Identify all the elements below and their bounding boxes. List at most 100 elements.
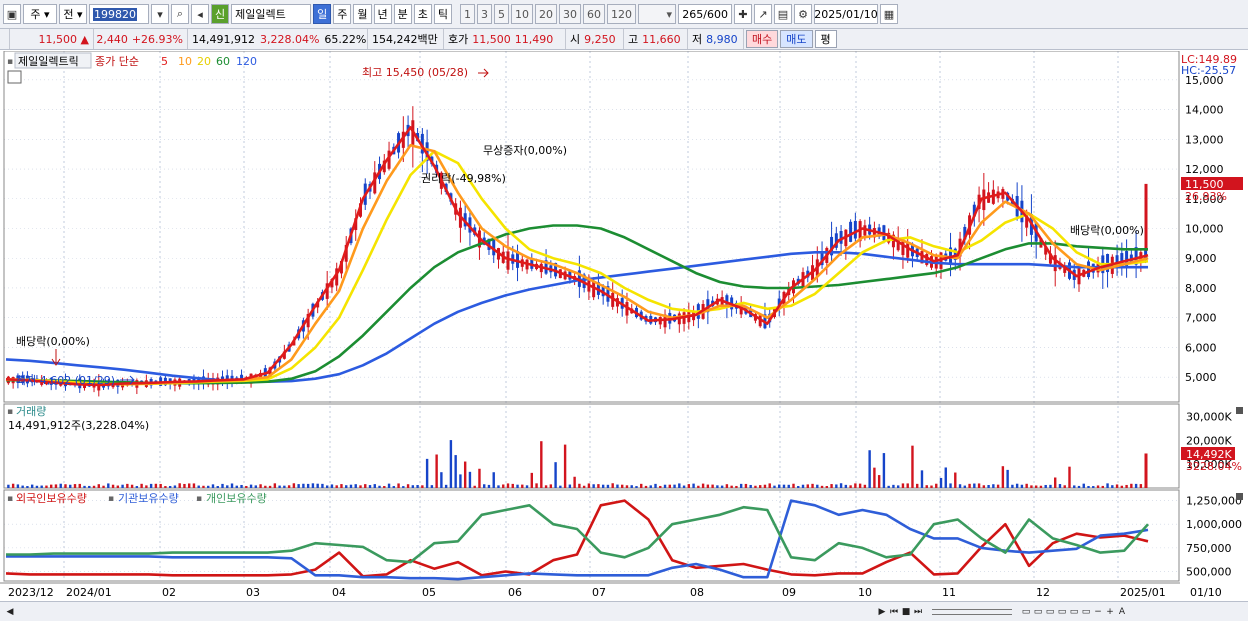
- sin-badge[interactable]: 신: [211, 4, 230, 24]
- rights-annotation: 권리락(-49,98%): [421, 172, 506, 185]
- volume-bar: [673, 484, 676, 488]
- window-icon-1[interactable]: ▭: [1020, 606, 1032, 618]
- interval-5[interactable]: 5: [494, 4, 509, 24]
- volume-bar: [306, 483, 310, 488]
- volume-bar: [763, 484, 767, 488]
- count-input[interactable]: 265/600: [678, 4, 732, 24]
- x-tick-label: 2025/01: [1120, 586, 1166, 599]
- interval-60[interactable]: 60: [583, 4, 605, 24]
- volume-bar: [1039, 485, 1043, 488]
- volume-bar: [440, 472, 443, 488]
- period-week[interactable]: 주: [333, 4, 352, 24]
- gear-icon[interactable]: ⚙: [794, 4, 812, 24]
- zoom-out-icon[interactable]: −: [1092, 606, 1104, 618]
- window-icon-3[interactable]: ▭: [1044, 606, 1056, 618]
- volume-tick-label: 30,000K: [1186, 411, 1232, 424]
- scroll-left-icon[interactable]: ◀: [4, 606, 16, 618]
- volume-bar: [183, 483, 186, 488]
- interval-1[interactable]: 1: [460, 4, 475, 24]
- volume-bar: [887, 485, 890, 488]
- speaker-icon[interactable]: ◂: [191, 4, 209, 24]
- volume-bar: [935, 483, 938, 488]
- font-icon[interactable]: A: [1116, 606, 1128, 618]
- volume-bar: [1020, 484, 1024, 488]
- ma-label-60: 60: [216, 55, 230, 68]
- stock-name-field[interactable]: 제일일렉트: [231, 4, 312, 24]
- holdings-close-icon[interactable]: [1236, 493, 1243, 500]
- stop-icon[interactable]: ■: [900, 606, 912, 618]
- volume-bar: [1120, 485, 1124, 488]
- avg-button[interactable]: 평: [814, 30, 837, 48]
- volume-bar: [987, 484, 990, 488]
- volume-bar: [230, 483, 234, 488]
- crosshair-icon[interactable]: ✚: [734, 4, 752, 24]
- price-tick-label: 5,000: [1185, 371, 1217, 384]
- volume-bar: [954, 472, 957, 488]
- volume-bar: [1063, 485, 1066, 488]
- volume-bar: [982, 485, 986, 488]
- code-input[interactable]: 199820: [89, 4, 149, 24]
- volume-bar: [254, 485, 258, 488]
- volume-close-icon[interactable]: [1236, 407, 1243, 414]
- volume-bar: [1058, 484, 1062, 488]
- volume-bar: [797, 486, 800, 488]
- first-icon[interactable]: ⏮: [888, 606, 900, 618]
- volume-bar: [1011, 484, 1014, 488]
- volume-bar: [411, 485, 415, 488]
- window-icon-5[interactable]: ▭: [1068, 606, 1080, 618]
- code-dropdown-icon[interactable]: ▾: [151, 4, 169, 24]
- volume-bar: [697, 485, 700, 488]
- volume-bar: [116, 485, 120, 488]
- volume-bar: [1001, 466, 1005, 488]
- candle-body: [906, 242, 910, 258]
- volume-bar: [292, 483, 296, 488]
- period-tick[interactable]: 틱: [433, 4, 452, 24]
- interval-10[interactable]: 10: [511, 4, 533, 24]
- volume-bar: [178, 483, 181, 488]
- grid-toggle-icon[interactable]: [7, 70, 22, 84]
- holdings-tick-label: 1,250,000: [1186, 495, 1242, 508]
- period-month[interactable]: 월: [353, 4, 372, 24]
- period-year[interactable]: 년: [373, 4, 392, 24]
- volume-bar: [725, 484, 729, 488]
- period-second[interactable]: 초: [413, 4, 432, 24]
- volume-bar: [1082, 483, 1085, 488]
- interval-120[interactable]: 120: [607, 4, 636, 24]
- stock-chart[interactable]: 2023/12 2024/01 02 03 04 05 06 07 08 09 10 11 12 2025…: [0, 51, 1248, 601]
- interval-custom-select[interactable]: ▾: [638, 4, 676, 24]
- volume-bar: [235, 485, 238, 488]
- volume-bar: [992, 484, 995, 488]
- volume-bar: [896, 485, 900, 488]
- save-icon[interactable]: ▤: [774, 4, 792, 24]
- open-value: 9,250: [584, 32, 616, 46]
- sell-button[interactable]: 매도: [780, 30, 813, 48]
- interval-30[interactable]: 30: [559, 4, 581, 24]
- volume-bar: [1087, 485, 1090, 488]
- interval-20[interactable]: 20: [535, 4, 557, 24]
- volume-bar: [397, 483, 400, 488]
- date-input[interactable]: 2025/01/10: [814, 4, 878, 24]
- volume-bar: [1073, 485, 1076, 488]
- bottom-scrollbar[interactable]: ◀ ▶ ⏮ ■ ⏭ ▭ ▭ ▭ ▭ ▭ ▭ − + A: [0, 601, 1248, 621]
- period-minute[interactable]: 분: [393, 4, 412, 24]
- period-day[interactable]: 일: [313, 4, 332, 24]
- zoom-slider[interactable]: [932, 608, 1012, 615]
- draw-tool-icon[interactable]: ↗: [754, 4, 772, 24]
- volume-bar: [26, 486, 29, 488]
- volume-bar: [473, 485, 476, 488]
- window-icon-2[interactable]: ▭: [1032, 606, 1044, 618]
- layout-icon[interactable]: ▣: [3, 4, 21, 24]
- buy-button[interactable]: 매수: [746, 30, 779, 48]
- last-icon[interactable]: ⏭: [912, 606, 924, 618]
- pre-select[interactable]: 전 ▾: [59, 4, 87, 24]
- candle-body: [853, 220, 857, 239]
- calendar-icon[interactable]: ▦: [880, 4, 898, 24]
- window-icon-6[interactable]: ▭: [1080, 606, 1092, 618]
- interval-3[interactable]: 3: [477, 4, 492, 24]
- window-icon-4[interactable]: ▭: [1056, 606, 1068, 618]
- volume-bar: [587, 483, 591, 488]
- zoom-in-icon[interactable]: +: [1104, 606, 1116, 618]
- search-icon[interactable]: ⌕: [171, 4, 189, 24]
- mode-select[interactable]: 주 ▾: [23, 4, 57, 24]
- scroll-right-icon[interactable]: ▶: [876, 606, 888, 618]
